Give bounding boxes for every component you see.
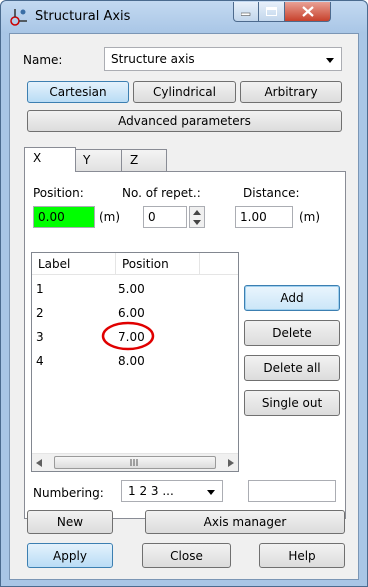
list-header: Label Position [32, 253, 238, 275]
minimize-button[interactable] [233, 2, 259, 22]
window-title: Structural Axis [35, 9, 131, 24]
row-position: 5.00 [118, 282, 145, 296]
structural-axis-window: Structural Axis Name: Structure axis Car… [0, 0, 368, 587]
apply-button[interactable]: Apply [27, 543, 113, 568]
axis-manager-button[interactable]: Axis manager [145, 510, 345, 534]
name-combobox[interactable]: Structure axis [104, 47, 342, 71]
numbering-value: 1 2 3 ... [128, 484, 174, 498]
maximize-icon [266, 6, 277, 16]
position-value: 0.00 [38, 210, 65, 224]
structural-axis-app-icon [10, 9, 27, 26]
distance-unit: (m) [299, 210, 321, 224]
close-button[interactable]: Close [142, 543, 231, 568]
dialog-body: Name: Structure axis Cartesian Cylindric… [9, 33, 359, 580]
close-window-button[interactable] [285, 2, 331, 22]
scroll-thumb[interactable] [54, 456, 216, 469]
repetitions-value: 0 [148, 210, 156, 224]
title-bar[interactable]: Structural Axis [1, 1, 367, 33]
table-row[interactable]: 1 5.00 [32, 277, 238, 301]
row-label: 4 [36, 354, 44, 368]
row-label: 3 [36, 330, 44, 344]
scroll-left-icon[interactable] [36, 459, 42, 467]
table-row[interactable]: 4 8.00 [32, 349, 238, 373]
distance-value: 1.00 [240, 210, 267, 224]
distance-input[interactable]: 1.00 [235, 206, 293, 228]
chevron-down-icon [207, 490, 215, 495]
cartesian-button[interactable]: Cartesian [27, 81, 129, 103]
annotation-circle [101, 321, 155, 351]
column-header-label[interactable]: Label [32, 253, 116, 275]
name-value: Structure axis [111, 52, 195, 66]
spin-down-icon[interactable] [190, 217, 204, 227]
distance-label: Distance: [243, 186, 300, 200]
tab-z[interactable]: Z [121, 149, 167, 171]
maximize-button[interactable] [259, 2, 285, 22]
delete-all-button[interactable]: Delete all [244, 355, 340, 381]
row-label: 2 [36, 306, 44, 320]
single-out-button[interactable]: Single out [244, 390, 340, 416]
arbitrary-button[interactable]: Arbitrary [240, 81, 342, 103]
numbering-label: Numbering: [33, 486, 104, 500]
spin-up-icon[interactable] [190, 207, 204, 217]
column-header-position[interactable]: Position [116, 253, 200, 275]
repetitions-label: No. of repet.: [122, 186, 201, 200]
position-unit: (m) [99, 210, 121, 224]
advanced-parameters-button[interactable]: Advanced parameters [27, 110, 342, 132]
minimize-icon [241, 12, 251, 16]
new-button[interactable]: New [27, 510, 113, 534]
help-button[interactable]: Help [259, 543, 345, 568]
name-label: Name: [23, 53, 63, 67]
tab-x[interactable]: X [24, 147, 76, 172]
axis-positions-list[interactable]: Label Position 1 5.00 2 6.00 3 7.00 4 8.… [31, 252, 239, 472]
numbering-extra-input[interactable] [248, 480, 336, 502]
horizontal-scrollbar[interactable] [32, 453, 238, 471]
repetitions-spinner[interactable] [189, 206, 205, 228]
numbering-combobox[interactable]: 1 2 3 ... [121, 480, 223, 502]
grip-icon [130, 459, 138, 466]
repetitions-input[interactable]: 0 [143, 206, 187, 228]
tab-page-x: Position: No. of repet.: Distance: 0.00 … [24, 171, 346, 519]
axis-tabs: X Y Z Position: No. of repet.: Distance:… [24, 147, 346, 519]
tab-y[interactable]: Y [74, 149, 122, 171]
position-label: Position: [33, 186, 84, 200]
delete-button[interactable]: Delete [244, 320, 340, 346]
row-label: 1 [36, 282, 44, 296]
position-input[interactable]: 0.00 [33, 206, 95, 228]
table-row[interactable]: 3 7.00 [32, 321, 238, 351]
cylindrical-button[interactable]: Cylindrical [133, 81, 236, 103]
scroll-right-icon[interactable] [228, 459, 234, 467]
row-position: 8.00 [118, 354, 145, 368]
add-button[interactable]: Add [244, 285, 340, 311]
chevron-down-icon [326, 58, 334, 63]
close-icon [301, 6, 314, 17]
row-position: 6.00 [118, 306, 145, 320]
